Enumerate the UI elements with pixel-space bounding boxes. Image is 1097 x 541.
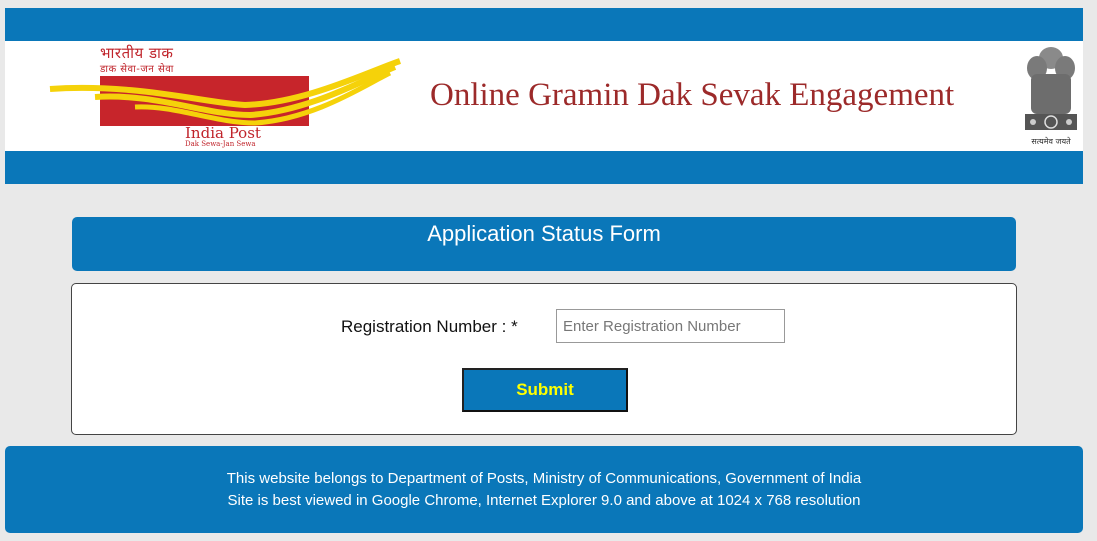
site-header: भारतीय डाक डाक सेवा-जन सेवा India Post D… [5, 41, 1083, 151]
logo-hindi-text: भारतीय डाक डाक सेवा-जन सेवा [100, 43, 250, 75]
site-footer: This website belongs to Department of Po… [5, 446, 1083, 533]
logo-tagline: Dak Sewa-Jan Sewa [185, 140, 256, 148]
top-blue-band [5, 8, 1083, 41]
form-title-bar: Application Status Form [72, 217, 1016, 271]
registration-number-input[interactable] [556, 309, 785, 343]
footer-ownership-text: This website belongs to Department of Po… [226, 470, 862, 487]
logo-hindi-title: भारतीय डाक [100, 44, 174, 62]
footer-browser-text: Site is best viewed in Google Chrome, In… [227, 492, 861, 509]
emblem-caption: सत्यमेव जयते [1031, 137, 1071, 146]
application-status-form: Registration Number : * Submit [71, 283, 1017, 435]
submit-button[interactable]: Submit [462, 368, 628, 412]
national-emblem: सत्यमेव जयते [1021, 44, 1081, 148]
india-post-logo[interactable]: भारतीय डाक डाक सेवा-जन सेवा India Post D… [45, 43, 405, 149]
ashoka-emblem-icon [1025, 47, 1077, 130]
logo-hindi-tagline: डाक सेवा-जन सेवा [100, 64, 174, 75]
site-title: Online Gramin Dak Sevak Engagement [430, 77, 955, 113]
registration-number-label: Registration Number : * [341, 317, 518, 336]
header-bottom-band [5, 151, 1083, 184]
form-title: Application Status Form [427, 221, 661, 246]
